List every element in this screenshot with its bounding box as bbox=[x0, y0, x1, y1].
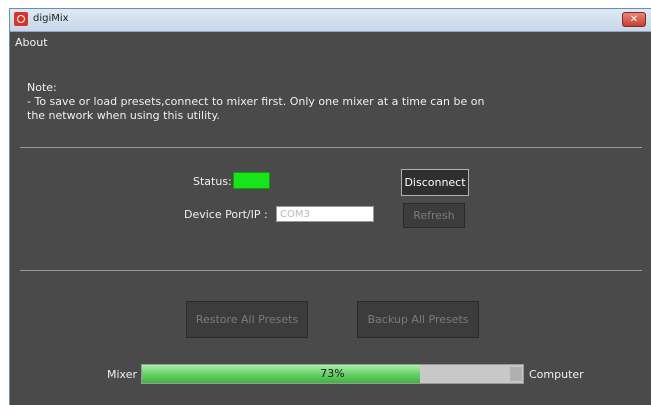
refresh-button[interactable]: Refresh bbox=[403, 203, 465, 228]
disconnect-button[interactable]: Disconnect bbox=[401, 169, 469, 196]
menu-bar: About bbox=[10, 32, 651, 54]
status-label: Status: bbox=[193, 175, 232, 188]
transfer-progress-bar: 73% bbox=[141, 364, 524, 384]
computer-label: Computer bbox=[529, 368, 584, 381]
app-icon bbox=[14, 12, 28, 26]
progress-percent: 73% bbox=[320, 367, 345, 380]
close-icon[interactable]: ✕ bbox=[622, 12, 646, 27]
note-heading: Note: bbox=[27, 81, 57, 94]
backup-all-presets-button[interactable]: Backup All Presets bbox=[357, 301, 479, 338]
app-window: digiMix ✕ About Note: - To save or load … bbox=[9, 8, 651, 405]
status-indicator bbox=[233, 172, 270, 189]
divider bbox=[20, 270, 642, 271]
device-port-label: Device Port/IP : bbox=[184, 208, 268, 221]
note-text: Note: - To save or load presets,connect … bbox=[27, 81, 547, 123]
window-title: digiMix bbox=[33, 13, 69, 24]
note-line-1: - To save or load presets,connect to mix… bbox=[27, 95, 485, 108]
title-bar[interactable]: digiMix ✕ bbox=[10, 9, 651, 32]
mixer-label: Mixer bbox=[107, 368, 138, 381]
menu-item-about[interactable]: About bbox=[15, 36, 48, 49]
restore-all-presets-button[interactable]: Restore All Presets bbox=[186, 301, 308, 338]
divider bbox=[20, 147, 642, 148]
note-line-2: the network when using this utility. bbox=[27, 109, 220, 122]
device-port-input[interactable] bbox=[276, 206, 374, 222]
